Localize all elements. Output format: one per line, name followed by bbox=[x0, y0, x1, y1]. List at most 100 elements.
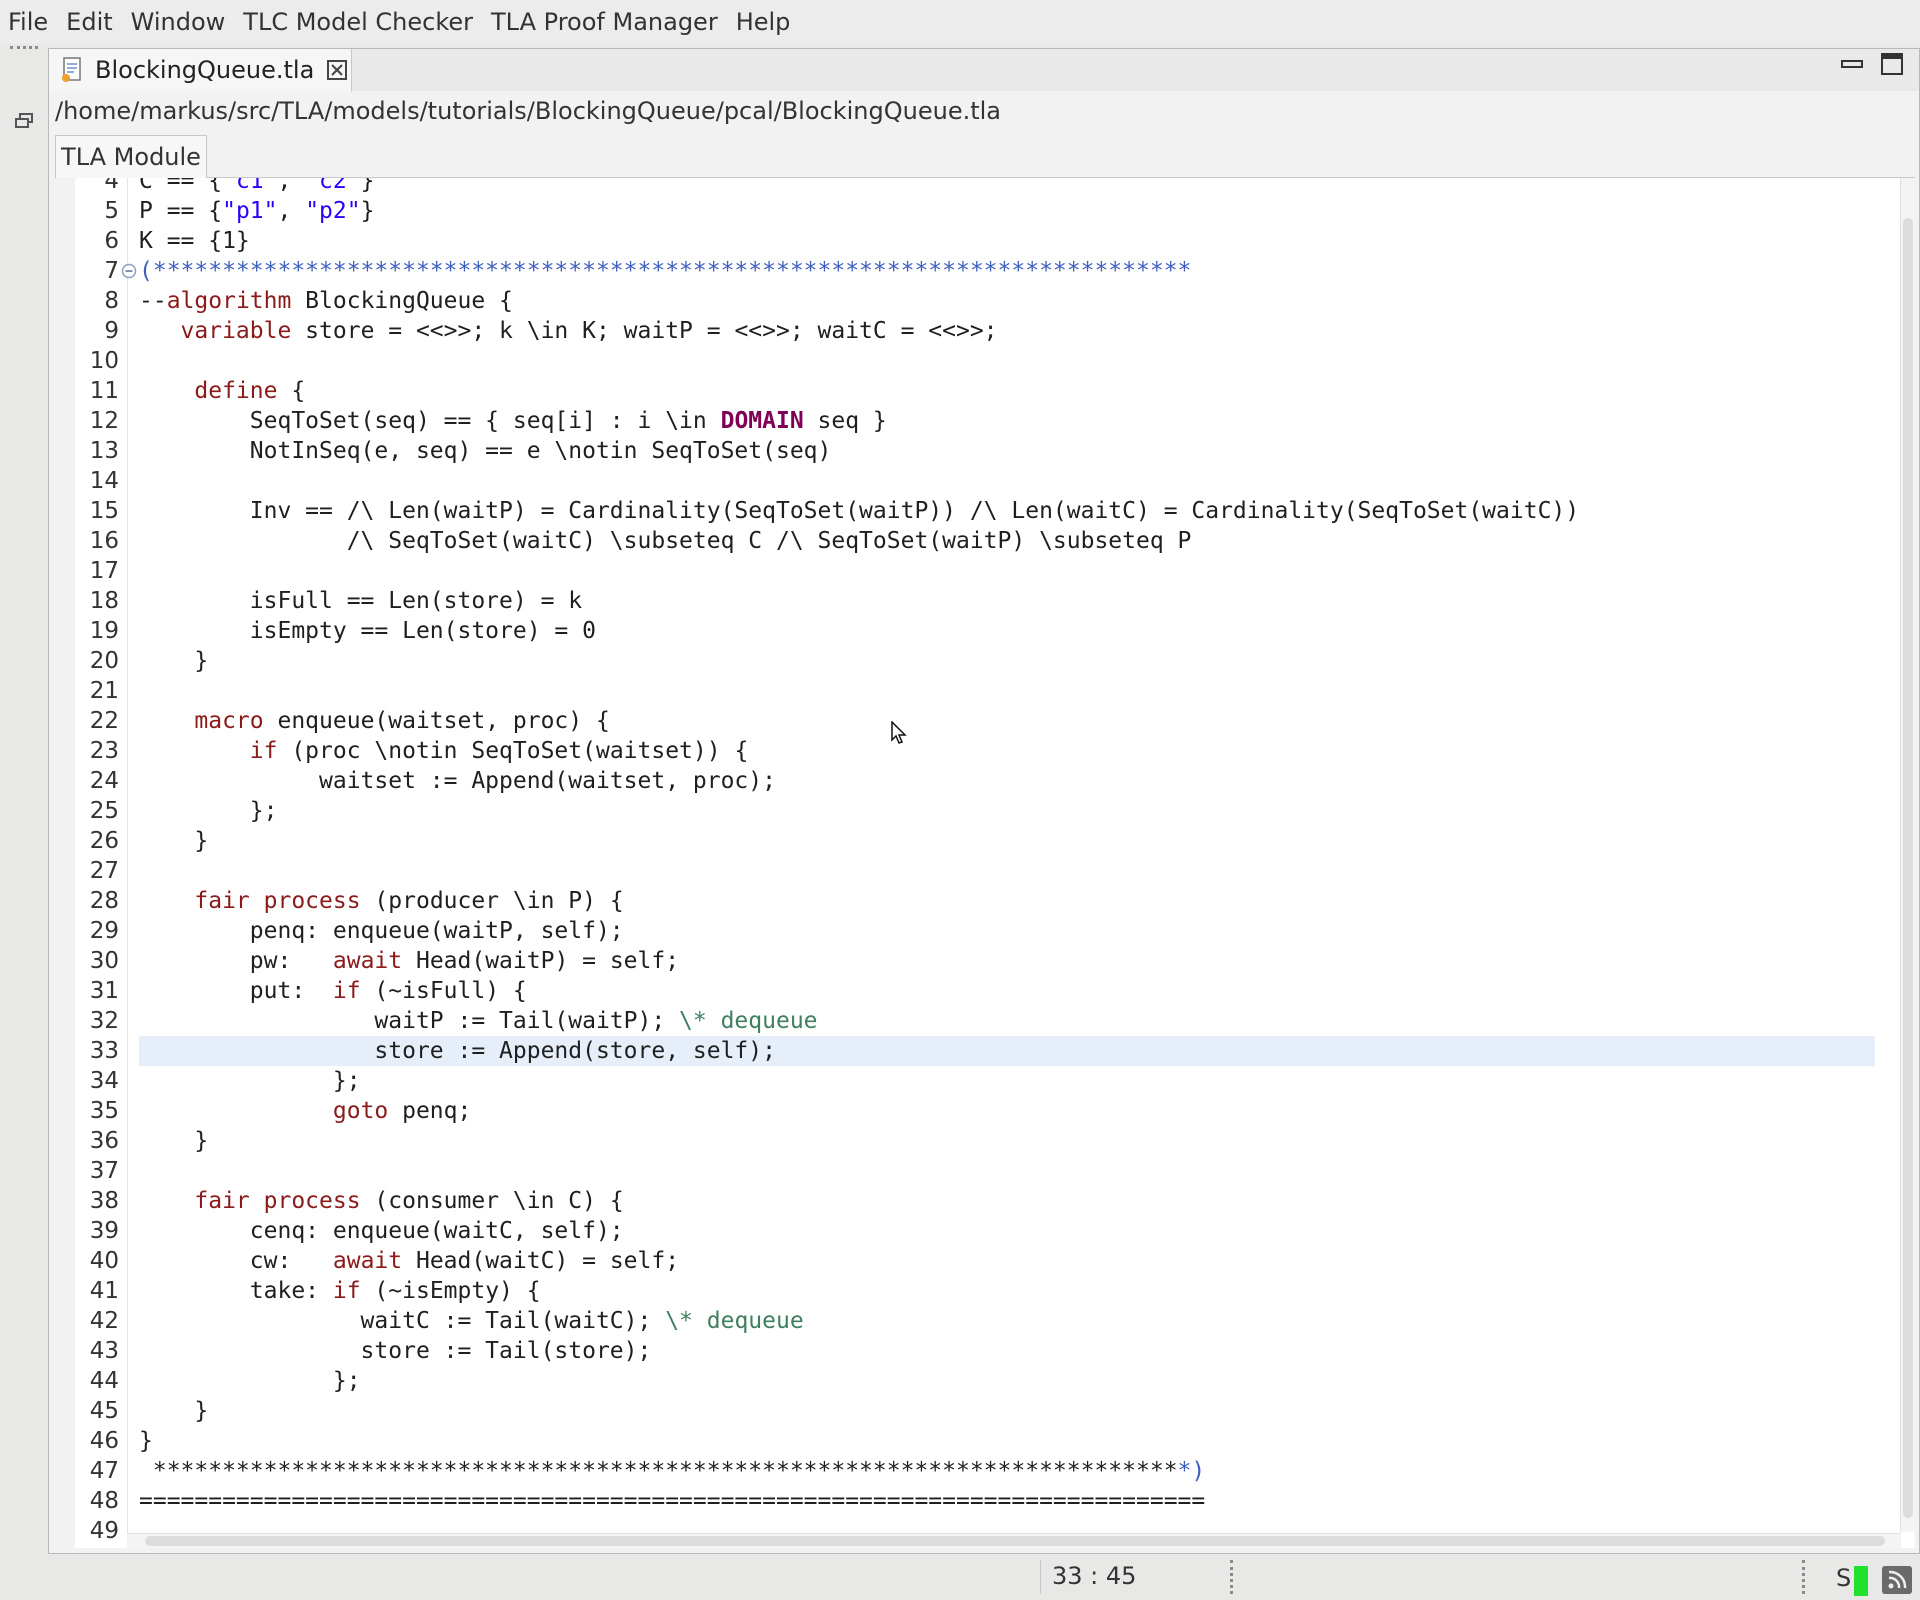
code-line[interactable]: 6 K == {1} bbox=[75, 226, 1905, 256]
code-line[interactable]: 9 variable store = <<>>; k \in K; waitP … bbox=[75, 316, 1905, 346]
restore-icon[interactable] bbox=[14, 112, 36, 130]
code-text: waitP := Tail(waitP); \* dequeue bbox=[139, 1008, 818, 1034]
code-line[interactable]: 48 ======================================… bbox=[75, 1486, 1905, 1516]
code-line[interactable]: 19 isEmpty == Len(store) = 0 bbox=[75, 616, 1905, 646]
menu-file[interactable]: File bbox=[0, 8, 57, 36]
feed-icon[interactable] bbox=[1882, 1566, 1912, 1594]
menu-window[interactable]: Window bbox=[122, 8, 235, 36]
line-number: 44 bbox=[89, 1368, 119, 1394]
line-number: 20 bbox=[89, 648, 119, 674]
code-line[interactable]: 7 (**************************************… bbox=[75, 256, 1905, 286]
code-line[interactable]: 41 take: if (~isEmpty) { bbox=[75, 1276, 1905, 1306]
code-line[interactable]: 4 C == {"c1", "c2"} bbox=[75, 178, 1905, 196]
code-line[interactable]: 32 waitP := Tail(waitP); \* dequeue bbox=[75, 1006, 1905, 1036]
code-line[interactable]: 10 ​ bbox=[75, 346, 1905, 376]
code-text: ========================================… bbox=[139, 1488, 1206, 1514]
menu-tlc-model-checker[interactable]: TLC Model Checker bbox=[234, 8, 482, 36]
status-drag-handle[interactable] bbox=[1230, 1560, 1233, 1594]
line-number: 23 bbox=[89, 738, 119, 764]
code-line[interactable]: 15 Inv == /\ Len(waitP) = Cardinality(Se… bbox=[75, 496, 1905, 526]
code-text: --algorithm BlockingQueue { bbox=[139, 288, 513, 314]
code-line[interactable]: 28 fair process (producer \in P) { bbox=[75, 886, 1905, 916]
code-text: }; bbox=[139, 798, 278, 824]
code-text: fair process (consumer \in C) { bbox=[194, 1188, 624, 1214]
menu-tla-proof-manager[interactable]: TLA Proof Manager bbox=[482, 8, 727, 36]
line-number: 13 bbox=[89, 438, 119, 464]
line-number: 26 bbox=[89, 828, 119, 854]
code-line[interactable]: 42 waitC := Tail(waitC); \* dequeue bbox=[75, 1306, 1905, 1336]
minimize-icon[interactable] bbox=[1841, 57, 1863, 71]
close-icon[interactable] bbox=[326, 59, 348, 81]
editor-tab-blockingqueue[interactable]: BlockingQueue.tla bbox=[49, 49, 352, 92]
trim-drag-handle[interactable] bbox=[10, 46, 38, 49]
line-number: 19 bbox=[89, 618, 119, 644]
line-number: 8 bbox=[104, 288, 119, 314]
maximize-icon[interactable] bbox=[1881, 53, 1903, 75]
code-line[interactable]: 44 }; bbox=[75, 1366, 1905, 1396]
menu-help[interactable]: Help bbox=[727, 8, 800, 36]
code-line[interactable]: 25 }; bbox=[75, 796, 1905, 826]
code-line[interactable]: 8 --algorithm BlockingQueue { bbox=[75, 286, 1905, 316]
code-text: penq: enqueue(waitP, self); bbox=[139, 918, 624, 944]
code-line[interactable]: 14 ​ bbox=[75, 466, 1905, 496]
code-line[interactable]: 30 pw: await Head(waitP) = self; bbox=[75, 946, 1905, 976]
code-line[interactable]: 16 /\ SeqToSet(waitC) \subseteq C /\ Seq… bbox=[75, 526, 1905, 556]
tab-tla-module[interactable]: TLA Module bbox=[55, 135, 207, 178]
line-number: 15 bbox=[89, 498, 119, 524]
code-text: goto penq; bbox=[332, 1098, 472, 1124]
code-line[interactable]: 37 ​ bbox=[75, 1156, 1905, 1186]
fold-collapse-icon[interactable] bbox=[121, 263, 137, 279]
line-number: 33 bbox=[89, 1038, 119, 1064]
code-line[interactable]: 33 store := Append(store, self); bbox=[75, 1036, 1905, 1066]
code-line[interactable]: 26 } bbox=[75, 826, 1905, 856]
code-line[interactable]: 22 macro enqueue(waitset, proc) { bbox=[75, 706, 1905, 736]
menu-edit[interactable]: Edit bbox=[57, 8, 121, 36]
code-line[interactable]: 27 ​ bbox=[75, 856, 1905, 886]
code-line[interactable]: 12 SeqToSet(seq) == { seq[i] : i \in DOM… bbox=[75, 406, 1905, 436]
status-bar: 33 : 45 S bbox=[0, 1554, 1920, 1600]
code-line[interactable]: 13 NotInSeq(e, seq) == e \notin SeqToSet… bbox=[75, 436, 1905, 466]
status-indicator-label: S bbox=[1836, 1564, 1852, 1592]
horizontal-scroll-thumb[interactable] bbox=[145, 1536, 1885, 1546]
code-text: ​ bbox=[139, 676, 1875, 706]
code-line[interactable]: 18 isFull == Len(store) = k bbox=[75, 586, 1905, 616]
line-number: 38 bbox=[89, 1188, 119, 1214]
line-number: 10 bbox=[89, 348, 119, 374]
line-number: 31 bbox=[89, 978, 119, 1004]
line-number: 25 bbox=[89, 798, 119, 824]
code-line[interactable]: 11 define { bbox=[75, 376, 1905, 406]
code-text: if (proc \notin SeqToSet(waitset)) { bbox=[249, 738, 749, 764]
code-line[interactable]: 24 waitset := Append(waitset, proc); bbox=[75, 766, 1905, 796]
code-line[interactable]: 36 } bbox=[75, 1126, 1905, 1156]
code-line[interactable]: 17 ​ bbox=[75, 556, 1905, 586]
code-line[interactable]: 21 ​ bbox=[75, 676, 1905, 706]
heap-indicator[interactable] bbox=[1854, 1566, 1868, 1596]
line-number: 36 bbox=[89, 1128, 119, 1154]
code-text: variable store = <<>>; k \in K; waitP = … bbox=[180, 318, 998, 344]
code-line[interactable]: 38 fair process (consumer \in C) { bbox=[75, 1186, 1905, 1216]
code-line[interactable]: 29 penq: enqueue(waitP, self); bbox=[75, 916, 1905, 946]
status-drag-handle-2[interactable] bbox=[1802, 1560, 1805, 1594]
code-line[interactable]: 31 put: if (~isFull) { bbox=[75, 976, 1905, 1006]
line-number: 21 bbox=[89, 678, 119, 704]
code-line[interactable]: 34 }; bbox=[75, 1066, 1905, 1096]
left-trim-bar bbox=[0, 44, 48, 1554]
code-line[interactable]: 47 *************************************… bbox=[75, 1456, 1905, 1486]
code-line[interactable]: 35 goto penq; bbox=[75, 1096, 1905, 1126]
code-lines: 4 C == {"c1", "c2"} 5 P == {"p1", "p2"} 6 K =… bbox=[75, 178, 1905, 1546]
code-text: ​ bbox=[139, 466, 1875, 496]
code-text: P == {"p1", "p2"} bbox=[139, 198, 375, 224]
code-line[interactable]: 39 cenq: enqueue(waitC, self); bbox=[75, 1216, 1905, 1246]
line-number: 16 bbox=[89, 528, 119, 554]
code-editor[interactable]: 4 C == {"c1", "c2"} 5 P == {"p1", "p2"} 6 K =… bbox=[75, 177, 1915, 1548]
code-line[interactable]: 45 } bbox=[75, 1396, 1905, 1426]
code-line[interactable]: 40 cw: await Head(waitC) = self; bbox=[75, 1246, 1905, 1276]
vertical-scroll-thumb[interactable] bbox=[1903, 218, 1913, 1518]
code-line[interactable]: 43 store := Tail(store); bbox=[75, 1336, 1905, 1366]
code-line[interactable]: 20 } bbox=[75, 646, 1905, 676]
horizontal-scrollbar[interactable] bbox=[127, 1533, 1901, 1548]
code-line[interactable]: 5 P == {"p1", "p2"} bbox=[75, 196, 1905, 226]
code-line[interactable]: 46} bbox=[75, 1426, 1905, 1456]
code-line[interactable]: 23 if (proc \notin SeqToSet(waitset)) { bbox=[75, 736, 1905, 766]
vertical-scrollbar[interactable] bbox=[1900, 178, 1915, 1532]
